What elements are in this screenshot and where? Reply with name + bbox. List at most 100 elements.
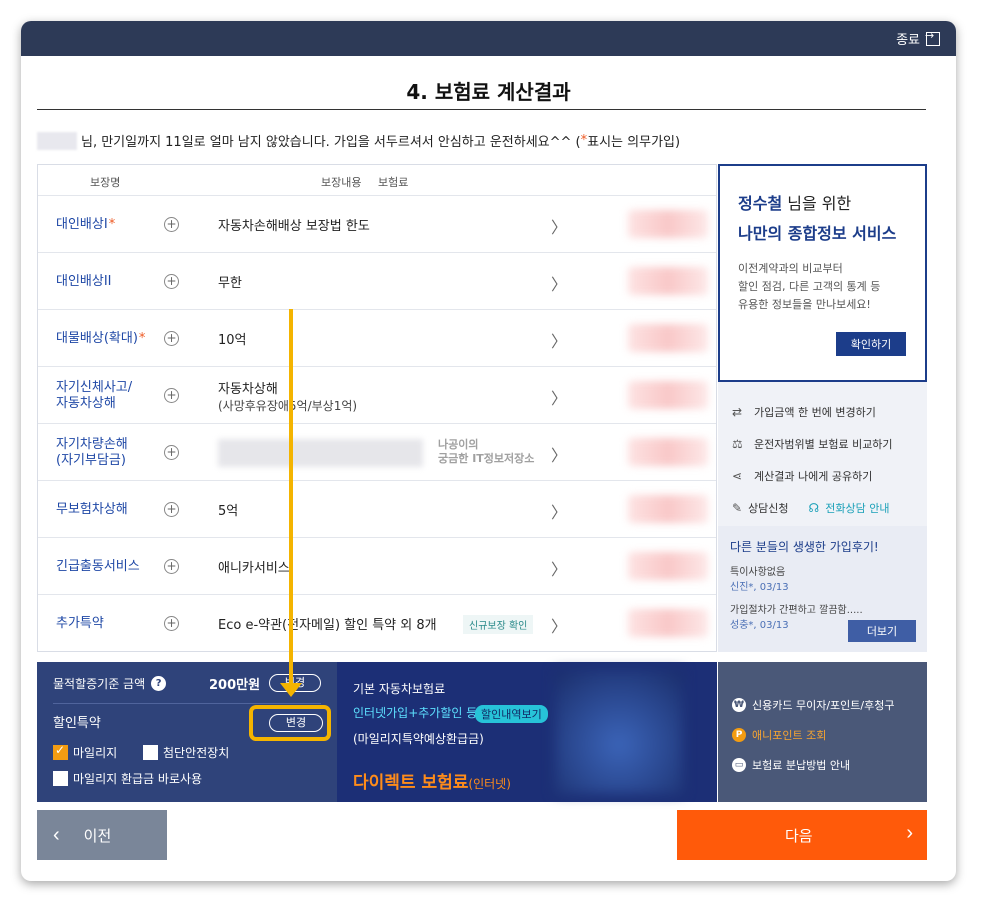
coverage-name[interactable]: 긴급출동서비스 bbox=[56, 538, 166, 595]
annotation-arrow-head bbox=[280, 683, 302, 697]
expand-plus-icon[interactable]: + bbox=[164, 217, 179, 232]
help-icon[interactable]: ? bbox=[151, 676, 167, 691]
close-label: 종료 bbox=[896, 33, 920, 48]
expand-plus-icon[interactable]: + bbox=[164, 274, 179, 289]
safety-device-checkbox[interactable]: 첨단안전장치 bbox=[143, 744, 229, 761]
share-icon: ⋖ bbox=[732, 469, 743, 483]
coverage-detail: 5억 bbox=[218, 504, 239, 519]
coverage-name[interactable]: 추가특약 bbox=[56, 595, 166, 652]
mileage-refund-checkbox[interactable]: 마일리지 환급금 바로사용 bbox=[53, 770, 202, 787]
share-result-link[interactable]: ⋖ 계산결과 나에게 공유하기 bbox=[732, 460, 913, 492]
premium-amount-blurred bbox=[555, 670, 683, 794]
coverage-name[interactable]: 대인배상II bbox=[56, 253, 166, 310]
point-icon: P bbox=[732, 728, 746, 742]
table-header: 보장명 보장내용 보험료 bbox=[38, 165, 716, 195]
header-content: 보장내용 bbox=[321, 176, 362, 189]
coverage-detail: 자동차상해 (사망후유장애5억/부상1억) bbox=[218, 381, 358, 413]
chevron-right-icon[interactable]: 〉 bbox=[551, 271, 567, 295]
chevron-right-icon[interactable]: 〉 bbox=[551, 328, 567, 352]
discount-label: 할인특약 bbox=[53, 716, 101, 731]
promo-line2: 나만의 종합정보 서비스 bbox=[738, 224, 897, 243]
exit-icon bbox=[925, 29, 940, 46]
expand-plus-icon[interactable]: + bbox=[164, 445, 179, 460]
edit-icon: ✎ bbox=[732, 501, 743, 515]
notice-tail: 표시는 의무가입) bbox=[587, 135, 681, 150]
highlight-box bbox=[249, 705, 331, 741]
premium-blurred bbox=[628, 324, 708, 352]
annotation-arrow-line bbox=[289, 309, 293, 689]
title-divider bbox=[37, 109, 926, 110]
chevron-right-icon[interactable]: 〉 bbox=[551, 385, 567, 409]
anypoint-link[interactable]: P 애니포인트 조회 bbox=[732, 720, 927, 750]
chevron-right-icon[interactable]: 〉 bbox=[551, 442, 567, 466]
info-service-promo: 정수철 님을 위한 나만의 종합정보 서비스 이전계약과의 비교부터 할인 점검… bbox=[718, 164, 927, 382]
scale-icon: ⚖ bbox=[732, 437, 743, 451]
more-reviews-button[interactable]: 더보기 bbox=[848, 620, 916, 642]
credit-card-link[interactable]: ₩ 신용카드 무이자/포인트/후청구 bbox=[732, 690, 927, 720]
chevron-right-icon[interactable]: 〉 bbox=[551, 556, 567, 580]
table-row: 대인배상I * + 자동차손해배상 보장법 한도 〉 bbox=[38, 195, 716, 252]
coverage-detail: 자동차손해배상 보장법 한도 bbox=[218, 219, 370, 234]
consult-row: ✎ 상담신청 ☊ 전화상담 안내 bbox=[732, 492, 913, 524]
review-author: 신진*, 03/13 bbox=[730, 582, 789, 593]
new-coverage-tag[interactable]: 신규보장 확인 bbox=[463, 615, 534, 634]
checkbox-unchecked bbox=[53, 771, 68, 786]
mileage-refund-label: (마일리지특약예상환급금) bbox=[353, 732, 484, 746]
coverage-name[interactable]: 자기신체사고/ 자동차상해 bbox=[56, 367, 166, 424]
expiry-notice: 님, 만기일까지 11일로 얼마 남지 않았습니다. 가입을 서두르셔서 안심하… bbox=[37, 131, 680, 150]
table-row: 긴급출동서비스 + 애니카서비스 〉 bbox=[38, 537, 716, 594]
expand-plus-icon[interactable]: + bbox=[164, 331, 179, 346]
side-links: ⇄ 가입금액 한 번에 변경하기 ⚖ 운전자범위별 보험료 비교하기 ⋖ 계산결과 나… bbox=[718, 382, 927, 524]
coverage-name[interactable]: 자기차량손해 (자기부담금) bbox=[56, 424, 166, 481]
notice-text: 님, 만기일까지 11일로 얼마 남지 않았습니다. 가입을 서두르셔서 안심하… bbox=[81, 135, 581, 150]
side-panel: 정수철 님을 위한 나만의 종합정보 서비스 이전계약과의 비교부터 할인 점검… bbox=[718, 164, 927, 652]
expand-plus-icon[interactable]: + bbox=[164, 502, 179, 517]
phone-consult-link[interactable]: ☊ 전화상담 안내 bbox=[809, 500, 890, 516]
expand-plus-icon[interactable]: + bbox=[164, 388, 179, 403]
chevron-right-icon[interactable]: 〉 bbox=[551, 499, 567, 523]
chevron-right-icon[interactable]: 〉 bbox=[551, 214, 567, 238]
change-amount-link[interactable]: ⇄ 가입금액 한 번에 변경하기 bbox=[732, 396, 913, 428]
promo-line1: 정수철 님을 위한 bbox=[738, 194, 852, 213]
prev-button[interactable]: ‹ 이전 bbox=[37, 810, 167, 860]
expand-plus-icon[interactable]: + bbox=[164, 616, 179, 631]
close-button[interactable]: 종료 bbox=[896, 29, 940, 48]
checkbox-unchecked bbox=[143, 745, 158, 760]
discount-detail-button[interactable]: 할인내역보기 bbox=[475, 705, 548, 723]
table-row: 자기신체사고/ 자동차상해 + 자동차상해 (사망후유장애5억/부상1억) 〉 bbox=[38, 366, 716, 423]
coverage-name[interactable]: 대물배상(확대) * bbox=[56, 310, 166, 367]
coverage-table: 보장명 보장내용 보험료 대인배상I * + 자동차손해배상 보장법 한도 〉 대… bbox=[37, 164, 717, 652]
premium-blurred bbox=[628, 267, 708, 295]
card-icon: ▭ bbox=[732, 758, 746, 772]
mileage-checkbox[interactable]: 마일리지 bbox=[53, 743, 117, 761]
table-row: 무보험차상해 + 5억 〉 bbox=[38, 480, 716, 537]
coverage-name[interactable]: 대인배상I * bbox=[56, 196, 166, 253]
coverage-detail: 10억 bbox=[218, 333, 247, 348]
won-icon: ₩ bbox=[732, 698, 746, 712]
table-row: 자기차량손해 (자기부담금) + 나공이의 궁금한 IT정보저장소 〉 bbox=[38, 423, 716, 480]
coverage-detail: 애니카서비스 bbox=[218, 561, 290, 576]
compare-driver-link[interactable]: ⚖ 운전자범위별 보험료 비교하기 bbox=[732, 428, 913, 460]
table-row: 추가특약 + Eco e-약관(전자메일) 할인 특약 외 8개 신규보장 확인… bbox=[38, 594, 716, 651]
installment-link[interactable]: ▭ 보험료 분납방법 안내 bbox=[732, 750, 927, 780]
premium-blurred bbox=[628, 210, 708, 238]
premium-summary: 기본 자동차보험료 인터넷가입+추가할인 등 할인내역보기 (마일리지특약예상환… bbox=[337, 662, 717, 802]
coverage-name[interactable]: 무보험차상해 bbox=[56, 481, 166, 538]
review-text: 가입절차가 간편하고 깔끔함..... bbox=[730, 605, 863, 616]
confirm-button[interactable]: 확인하기 bbox=[836, 332, 906, 356]
base-premium-label: 기본 자동차보험료 bbox=[353, 682, 446, 696]
reviews-box: 다른 분들의 생생한 가입후기! 특이사항없음 신진*, 03/13 가입절차가… bbox=[718, 526, 927, 652]
table-row: 대물배상(확대) * + 10억 〉 bbox=[38, 309, 716, 366]
next-button[interactable]: 다음 › bbox=[677, 810, 927, 860]
header-name: 보장명 bbox=[90, 176, 121, 189]
chevron-right-icon[interactable]: 〉 bbox=[551, 613, 567, 637]
detail-blurred bbox=[218, 438, 423, 467]
expand-plus-icon[interactable]: + bbox=[164, 559, 179, 574]
header-premium: 보험료 bbox=[378, 176, 409, 189]
consult-link[interactable]: ✎ 상담신청 bbox=[732, 500, 789, 516]
direct-premium-label: 다이렉트 보험료(인터넷) bbox=[353, 773, 511, 793]
threshold-amount: 200만원 bbox=[209, 678, 261, 693]
review-text: 특이사항없음 bbox=[730, 567, 786, 578]
premium-blurred bbox=[628, 495, 708, 523]
table-row: 대인배상II + 무한 〉 bbox=[38, 252, 716, 309]
